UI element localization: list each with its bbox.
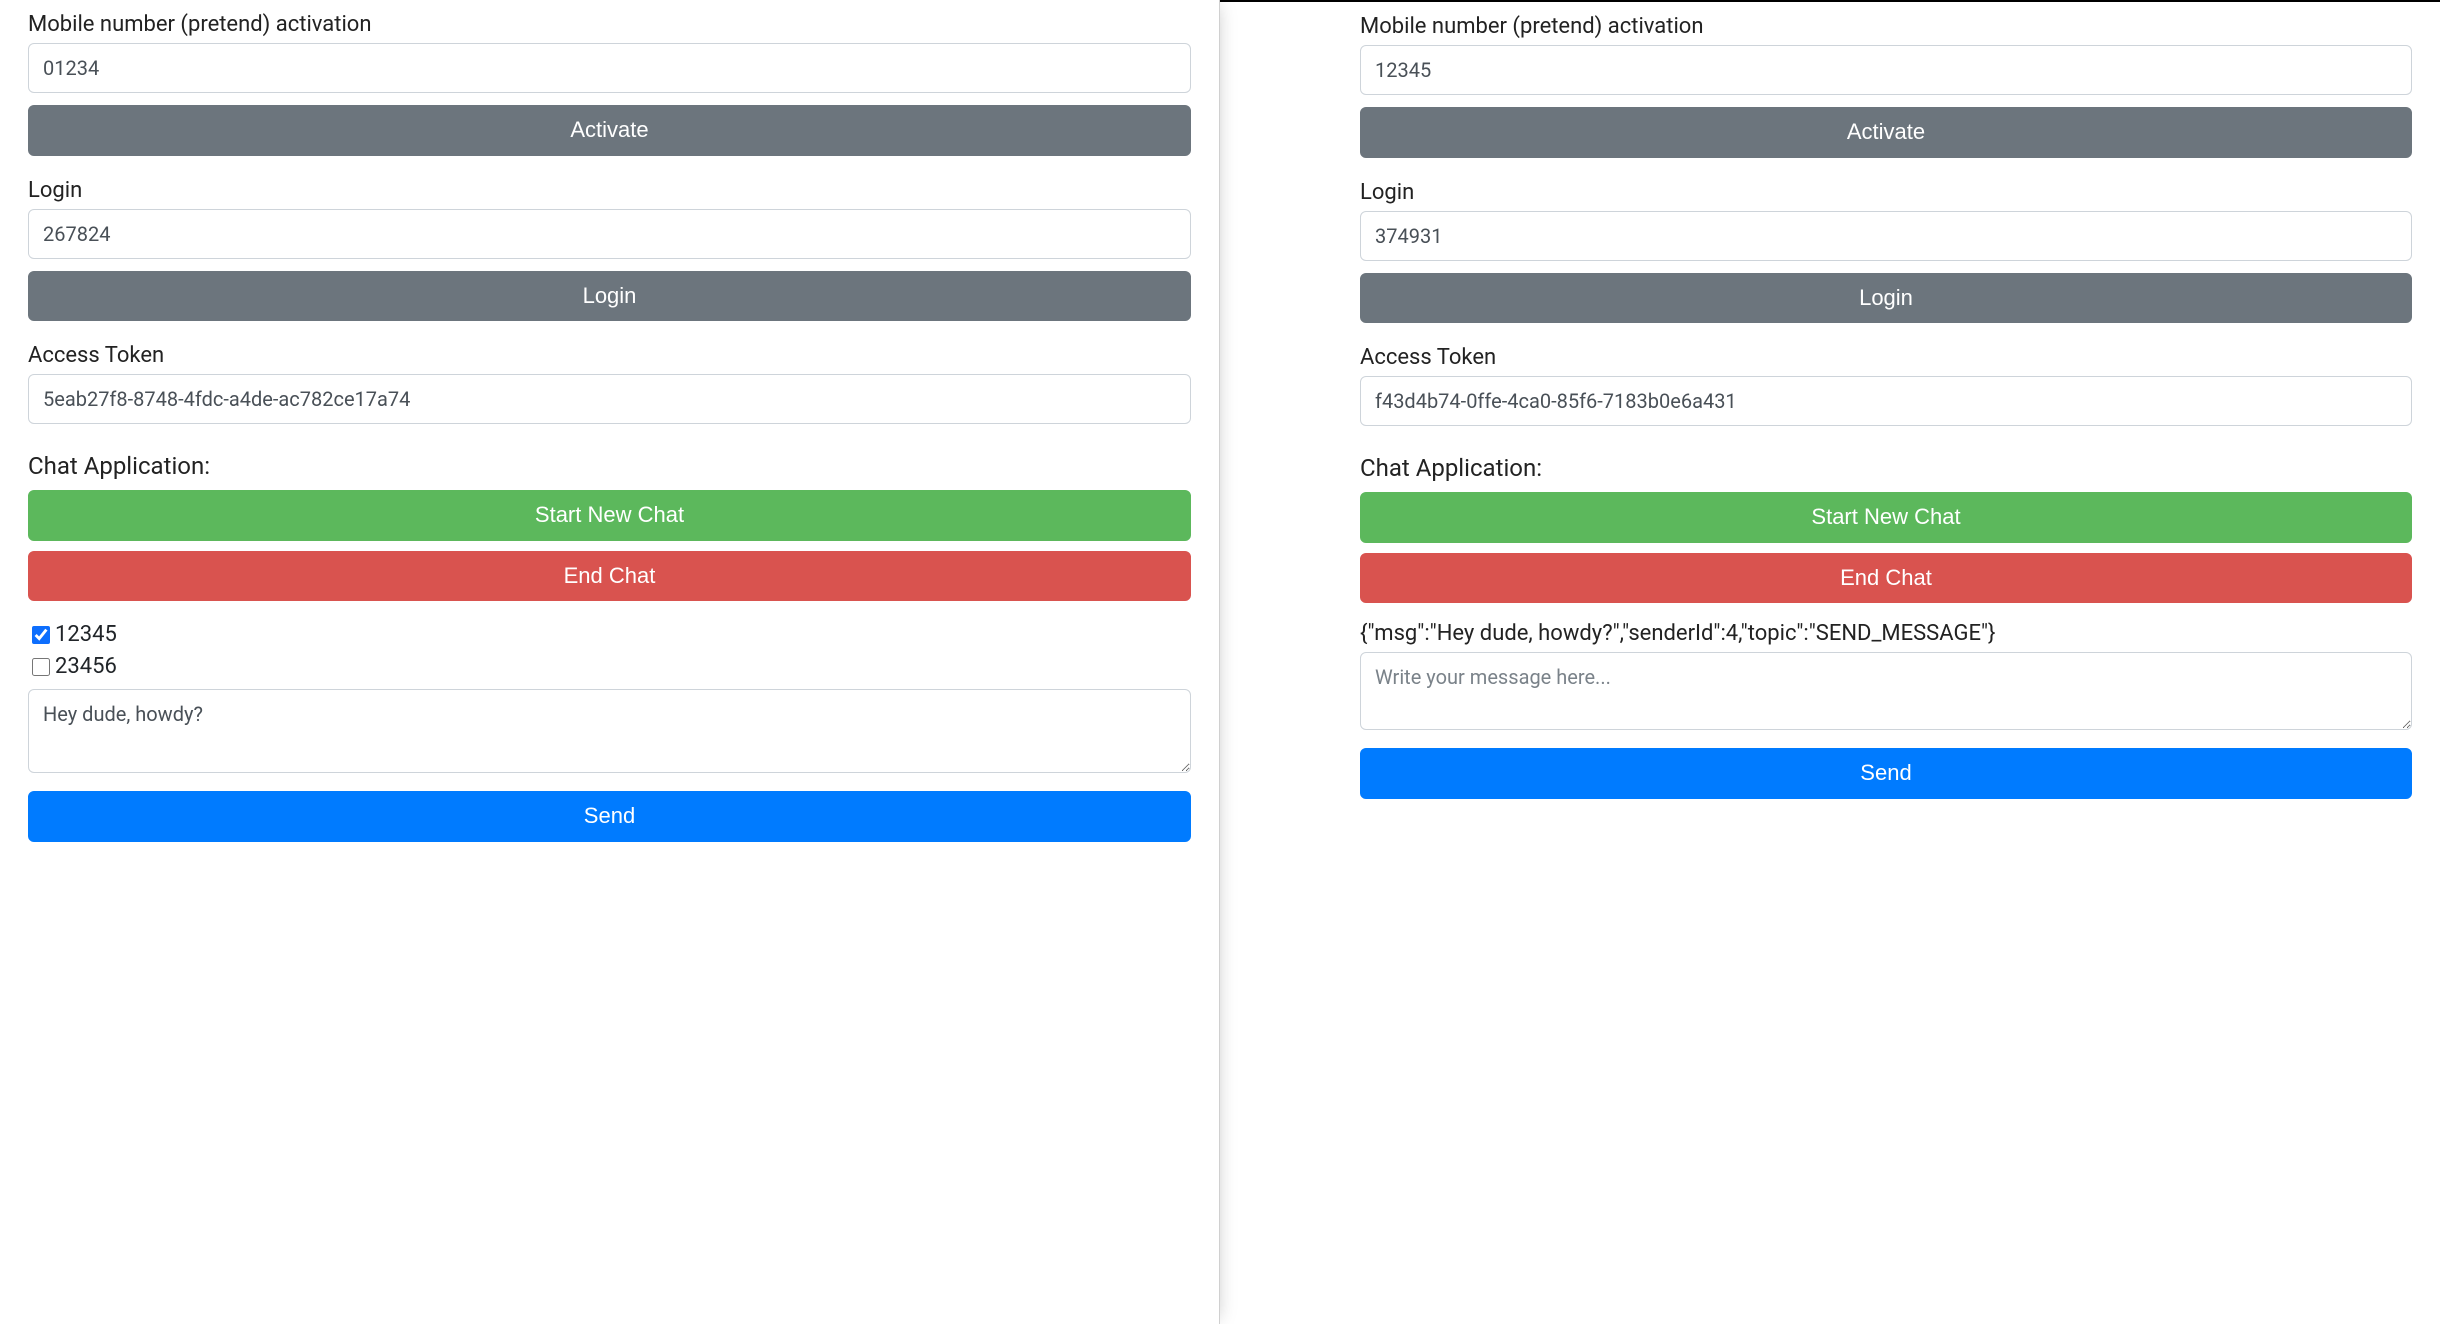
access-token-input[interactable] — [28, 374, 1191, 424]
contact-row: 12345 — [28, 619, 1191, 651]
mobile-activation-label: Mobile number (pretend) activation — [1360, 14, 2412, 39]
message-input[interactable] — [28, 689, 1191, 773]
send-button[interactable]: Send — [1360, 748, 2412, 799]
contact-list: 12345 23456 — [28, 619, 1191, 683]
end-chat-button[interactable]: End Chat — [28, 551, 1191, 602]
send-button[interactable]: Send — [28, 791, 1191, 842]
activate-button[interactable]: Activate — [1360, 107, 2412, 158]
login-code-input[interactable] — [1360, 211, 2412, 261]
start-new-chat-button[interactable]: Start New Chat — [1360, 492, 2412, 543]
login-code-input[interactable] — [28, 209, 1191, 259]
message-input[interactable] — [1360, 652, 2412, 730]
start-new-chat-button[interactable]: Start New Chat — [28, 490, 1191, 541]
contact-checkbox[interactable] — [32, 626, 50, 644]
pane-right: Mobile number (pretend) activation Activ… — [1220, 0, 2440, 1324]
contact-row: 23456 — [28, 651, 1191, 683]
login-button[interactable]: Login — [28, 271, 1191, 322]
mobile-activation-label: Mobile number (pretend) activation — [28, 12, 1191, 37]
access-token-label: Access Token — [1360, 345, 2412, 370]
mobile-number-input[interactable] — [1360, 45, 2412, 95]
contact-number: 12345 — [55, 619, 117, 651]
login-label: Login — [28, 178, 1191, 203]
access-token-label: Access Token — [28, 343, 1191, 368]
chat-application-heading: Chat Application: — [1360, 454, 2412, 482]
pane-left: Mobile number (pretend) activation Activ… — [0, 0, 1220, 1324]
mobile-number-input[interactable] — [28, 43, 1191, 93]
login-button[interactable]: Login — [1360, 273, 2412, 324]
activate-button[interactable]: Activate — [28, 105, 1191, 156]
end-chat-button[interactable]: End Chat — [1360, 553, 2412, 604]
chat-application-heading: Chat Application: — [28, 452, 1191, 480]
contact-number: 23456 — [55, 651, 117, 683]
received-message: {"msg":"Hey dude, howdy?","senderId":4,"… — [1360, 621, 2412, 646]
login-label: Login — [1360, 180, 2412, 205]
access-token-input[interactable] — [1360, 376, 2412, 426]
contact-checkbox[interactable] — [32, 658, 50, 676]
